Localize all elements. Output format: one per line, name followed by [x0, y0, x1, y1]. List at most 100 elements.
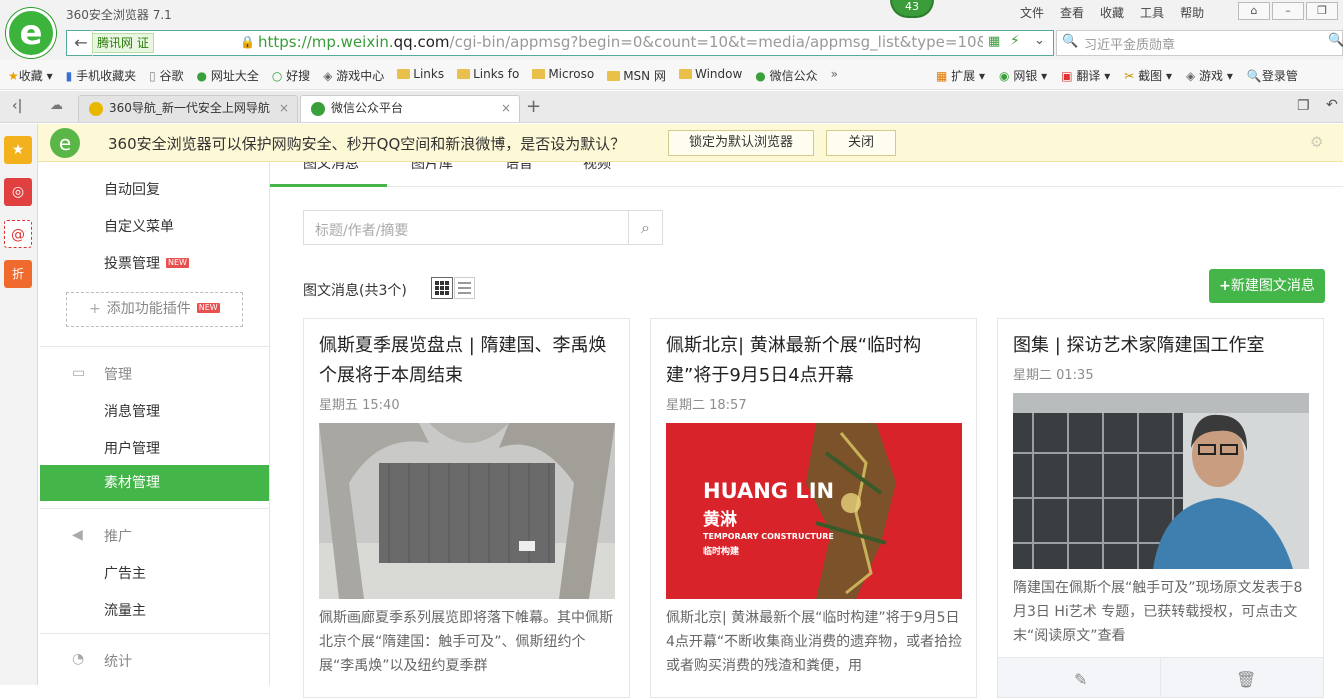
- edit-icon[interactable]: ✎: [1074, 670, 1087, 689]
- lock-icon[interactable]: 🔒: [240, 35, 255, 49]
- nav-user-manage[interactable]: 用户管理: [104, 438, 160, 458]
- folder-icon: [678, 69, 692, 79]
- article-cover-image[interactable]: [1013, 393, 1309, 569]
- gear-icon[interactable]: ⚙: [1310, 133, 1323, 151]
- search-button[interactable]: ⌕: [628, 211, 662, 244]
- close-icon[interactable]: ×: [501, 96, 511, 121]
- notice-close-button[interactable]: 关闭: [826, 130, 896, 156]
- menu-favorites[interactable]: 收藏: [1100, 4, 1124, 21]
- favorites-star-icon[interactable]: ★: [4, 136, 32, 164]
- search-engine-icon[interactable]: 🔍: [1062, 34, 1078, 49]
- nav-message-manage[interactable]: 消息管理: [104, 401, 160, 421]
- nav-auto-reply[interactable]: 自动回复: [104, 179, 160, 199]
- bookmark-haosou[interactable]: ○ 好搜: [272, 67, 310, 84]
- article-title[interactable]: 佩斯北京| 黄淋最新个展“临时构建”将于9月5日4点开幕: [666, 331, 964, 391]
- article-card[interactable]: 图集 | 探访艺术家隋建国工作室 星期二 01:35 隋建国在佩斯个展“触手可及…: [997, 318, 1324, 698]
- nav-publisher[interactable]: 流量主: [104, 600, 146, 620]
- tab-weixin[interactable]: 微信公众平台 ×: [300, 95, 520, 122]
- bookmark-links[interactable]: Links: [397, 67, 444, 84]
- tab-news[interactable]: 图文消息: [303, 162, 359, 186]
- search-icon[interactable]: 🔍: [1328, 33, 1343, 48]
- url-text[interactable]: https://mp.weixin.qq.com/cgi-bin/appmsg?…: [258, 33, 983, 51]
- speed-mode-icon[interactable]: ⚡: [1010, 33, 1020, 49]
- card-toolbar: ✎ 🗑: [998, 657, 1323, 698]
- close-icon[interactable]: ×: [279, 96, 289, 121]
- bookmark-games[interactable]: ◈ 游戏中心: [323, 67, 384, 84]
- screenshot-button[interactable]: ✂ 截图 ▾: [1124, 67, 1172, 84]
- menu-tools[interactable]: 工具: [1140, 4, 1164, 21]
- browser-logo-icon[interactable]: e: [6, 8, 56, 58]
- article-card[interactable]: 佩斯北京| 黄淋最新个展“临时构建”将于9月5日4点开幕 星期二 18:57 H…: [650, 318, 977, 698]
- game-button[interactable]: ◈ 游戏 ▾: [1186, 67, 1233, 84]
- article-title[interactable]: 图集 | 探访艺术家隋建国工作室: [1013, 331, 1311, 361]
- discount-icon[interactable]: 折: [4, 260, 32, 288]
- tab-scroll-left-icon[interactable]: ‹|: [12, 98, 22, 114]
- shield-icon: ◉: [999, 69, 1010, 83]
- address-dropdown-icon[interactable]: ⌄: [1034, 33, 1045, 48]
- new-tab-button[interactable]: +: [526, 96, 541, 117]
- article-cover-image[interactable]: [319, 423, 615, 599]
- gamepad-icon: ◈: [1185, 69, 1196, 83]
- back-button[interactable]: ←: [70, 32, 92, 54]
- group-stats: 统计: [104, 654, 132, 670]
- bank-button[interactable]: ◉ 网银 ▾: [999, 67, 1047, 84]
- site-verification-badge[interactable]: 腾讯网 证: [92, 33, 154, 53]
- bookmark-links-fo[interactable]: Links fo: [457, 67, 519, 84]
- cloud-icon[interactable]: ☁: [50, 98, 63, 113]
- key-icon: 🔍: [1246, 69, 1262, 83]
- bookmark-google[interactable]: ▯ 谷歌: [149, 67, 183, 84]
- new-badge: NEW: [166, 258, 189, 268]
- qr-code-icon[interactable]: ▦: [988, 34, 1000, 49]
- login-manager-button[interactable]: 🔍登录管: [1247, 67, 1298, 84]
- new-badge: NEW: [196, 303, 220, 313]
- browser-menu-bar: 文件 查看 收藏 工具 帮助: [1020, 4, 1204, 21]
- translate-button[interactable]: ▣ 翻译 ▾: [1061, 67, 1110, 84]
- article-cover-image[interactable]: HUANG LIN 黄淋 TEMPORARY CONSTRUCTURE 临时构建: [666, 423, 962, 599]
- tab-voice[interactable]: 语音: [505, 162, 533, 186]
- more-bookmarks-icon[interactable]: »: [831, 67, 838, 84]
- translate-icon: ▣: [1061, 69, 1073, 83]
- article-card[interactable]: 佩斯夏季展览盘点 | 隋建国、李禹焕个展将于本周结束 星期五 15:40 佩斯画…: [303, 318, 630, 698]
- tab-video[interactable]: 视频: [583, 162, 611, 186]
- poster-title-en: HUANG LIN: [703, 479, 835, 503]
- bookmark-weixin[interactable]: ● 微信公众: [755, 67, 817, 84]
- bookmark-favorites[interactable]: ★收藏 ▾: [8, 67, 53, 84]
- maximize-button[interactable]: ❐: [1306, 2, 1338, 20]
- menu-help[interactable]: 帮助: [1180, 4, 1204, 21]
- menu-file[interactable]: 文件: [1020, 4, 1044, 21]
- notice-text: 360安全浏览器可以保护网购安全、秒开QQ空间和新浪微博，是否设为默认？: [108, 135, 626, 153]
- delete-icon[interactable]: 🗑: [1236, 670, 1256, 689]
- article-time: 星期五 15:40: [319, 398, 400, 413]
- undo-close-icon[interactable]: ↶: [1326, 97, 1338, 113]
- menu-view[interactable]: 查看: [1060, 4, 1084, 21]
- list-view-icon[interactable]: [454, 277, 475, 299]
- extensions-button[interactable]: ▦ 扩展 ▾: [936, 67, 985, 84]
- tab-list-icon[interactable]: ❐: [1297, 98, 1310, 114]
- wechat-icon: [311, 102, 325, 116]
- grid-view-icon[interactable]: [431, 277, 453, 299]
- bookmark-mobile[interactable]: ▮ 手机收藏夹: [66, 67, 136, 84]
- weibo-icon[interactable]: ◎: [4, 178, 32, 206]
- nav-vote-manage[interactable]: 投票管理 NEW: [104, 253, 189, 273]
- 360-icon: ●: [196, 69, 208, 83]
- article-title[interactable]: 佩斯夏季展览盘点 | 隋建国、李禹焕个展将于本周结束: [319, 331, 617, 391]
- bookmark-sites[interactable]: ● 网址大全: [197, 67, 259, 84]
- mail-icon[interactable]: @: [4, 220, 32, 248]
- minimize-button[interactable]: –: [1272, 2, 1304, 20]
- material-search-input[interactable]: 标题/作者/摘要: [315, 220, 408, 240]
- tab-images[interactable]: 图片库: [411, 162, 453, 186]
- bookmark-list: ★收藏 ▾ ▮ 手机收藏夹 ▯ 谷歌 ● 网址大全 ○ 好搜 ◈ 游戏中心 Li…: [8, 67, 838, 84]
- set-default-button[interactable]: 锁定为默认浏览器: [668, 130, 814, 156]
- bookmark-msn[interactable]: MSN 网: [607, 67, 666, 84]
- bookmark-microsoft[interactable]: Microso: [532, 67, 594, 84]
- pin-window-icon[interactable]: ⌂: [1238, 2, 1270, 20]
- bookmark-windows[interactable]: Window: [678, 67, 742, 84]
- add-plugin-button[interactable]: + 添加功能插件 NEW: [66, 292, 243, 327]
- nav-advertiser[interactable]: 广告主: [104, 563, 146, 583]
- new-article-button[interactable]: +新建图文消息: [1209, 269, 1325, 303]
- nav-custom-menu[interactable]: 自定义菜单: [104, 216, 174, 236]
- nav-material-manage[interactable]: 素材管理: [40, 465, 269, 501]
- poster-subtitle-cn: 临时构建: [703, 547, 740, 557]
- tab-360-nav[interactable]: 360导航_新一代安全上网导航 ×: [78, 95, 298, 122]
- browser-search-input[interactable]: 习近平金质勋章: [1084, 34, 1175, 53]
